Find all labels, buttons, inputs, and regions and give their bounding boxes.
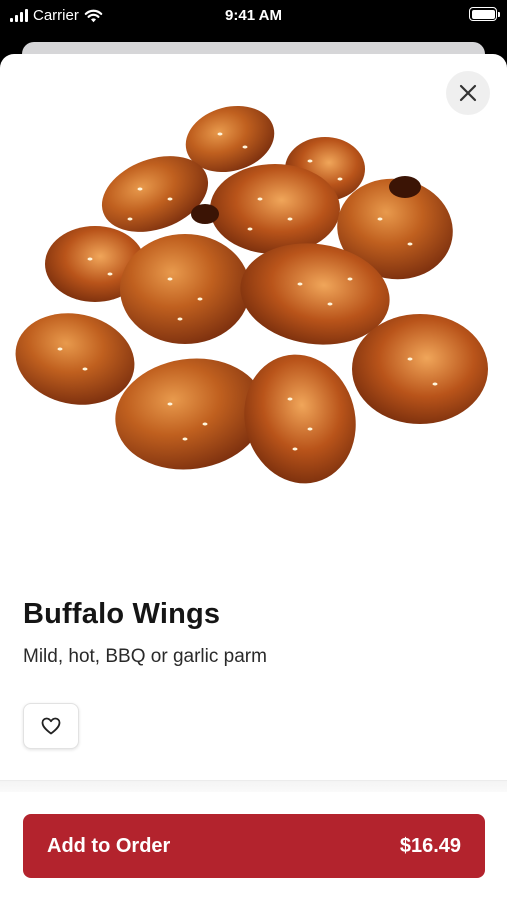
status-bar: Carrier 9:41 AM xyxy=(0,0,507,36)
heart-icon xyxy=(41,717,61,735)
add-to-order-label: Add to Order xyxy=(47,834,171,857)
close-button[interactable] xyxy=(446,71,490,115)
item-description: Mild, hot, BBQ or garlic parm xyxy=(23,646,267,667)
buffalo-wings-image xyxy=(15,105,488,484)
item-price: $16.49 xyxy=(399,834,461,857)
status-time: 9:41 AM xyxy=(225,7,282,24)
battery-icon xyxy=(469,7,500,21)
close-icon xyxy=(459,84,477,102)
section-divider xyxy=(0,780,507,792)
favorite-button[interactable] xyxy=(23,703,79,749)
add-to-order-button[interactable]: Add to Order $16.49 xyxy=(23,814,485,878)
item-detail-sheet: Buffalo Wings Mild, hot, BBQ or garlic p… xyxy=(0,54,507,900)
item-title: Buffalo Wings xyxy=(23,598,221,630)
